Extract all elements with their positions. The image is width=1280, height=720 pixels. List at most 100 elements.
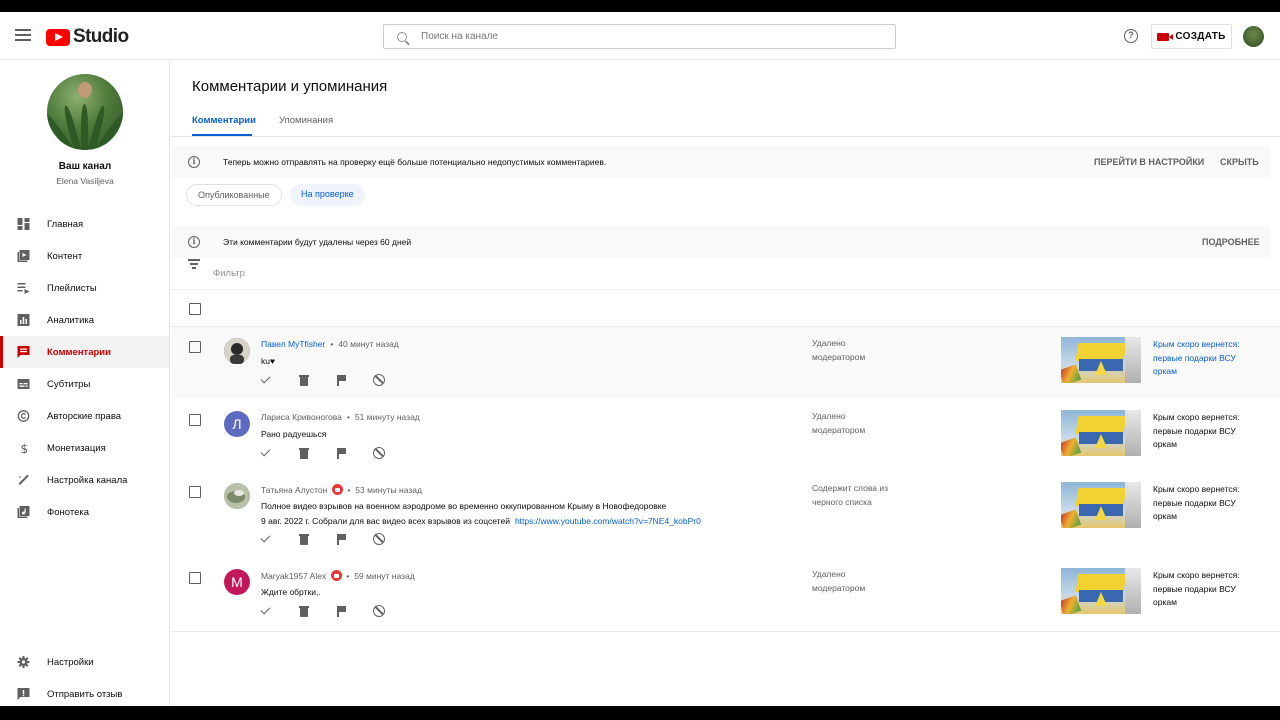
comment-checkbox[interactable] [189,341,201,353]
comment-author[interactable]: Татьяна Алустон [261,485,327,495]
comment-text: Полное видео взрывов на военном аэродром… [261,501,701,526]
sidebar-item-feedback[interactable]: Отправить отзыв [0,678,169,706]
delete-icon[interactable] [298,374,310,386]
sidebar-item-dashboard[interactable]: Главная [0,208,169,240]
approve-icon[interactable] [260,447,272,459]
sidebar-item-label: Аналитика [47,314,95,326]
go-to-settings-link[interactable]: ПЕРЕЙТИ В НАСТРОЙКИ [1094,157,1204,167]
sidebar-item-analytics[interactable]: Аналитика [0,304,169,336]
studio-window: Studio ? СОЗДАТЬ Ваш канал Elena Vasilje… [0,12,1280,706]
comment-meta: Павел MyTfisher • 40 минут назад [261,339,399,349]
sidebar-item-copyright[interactable]: Авторские права [0,400,169,432]
comment-meta: Татьяна Алустон • 53 минуты назад [261,484,422,495]
video-title-link[interactable]: Крым скоро вернется: первые подарки ВСУ ор… [1153,483,1253,524]
comment-checkbox[interactable] [189,414,201,426]
select-all-checkbox[interactable] [189,303,201,315]
notice-text: Теперь можно отправлять на проверку ещё … [223,157,607,167]
comment-author[interactable]: Maryak1957 Alex [261,571,326,581]
sidebar-item-content[interactable]: Контент [0,240,169,272]
sidebar-item-label: Субтитры [47,378,91,390]
video-title-link[interactable]: Крым скоро вернется: первые подарки ВСУ ор… [1153,338,1253,379]
report-flag-icon[interactable] [335,605,347,617]
learn-more-link[interactable]: ПОДРОБНЕЕ [1202,237,1260,247]
comment-text: Ждите обртки,. [261,587,321,597]
commenter-avatar[interactable] [224,338,250,364]
filter-icon[interactable] [188,259,200,271]
comment-url-link[interactable]: https://www.youtube.com/watch?v=7NE4_kob… [515,516,701,526]
comment-author[interactable]: Павел MyTfisher [261,339,325,349]
comment-author[interactable]: Лариса Кривоногова [261,412,342,422]
divider [171,289,1280,290]
comment-actions [260,605,410,617]
approve-icon[interactable] [260,533,272,545]
delete-icon[interactable] [298,533,310,545]
main-content: Комментарии и упоминания Комментарии Упо… [171,60,1280,706]
delete-icon[interactable] [298,605,310,617]
video-thumbnail[interactable] [1061,337,1141,383]
search-input[interactable] [421,31,861,42]
tab-comments[interactable]: Комментарии [192,115,256,126]
hide-notice-link[interactable]: СКРЫТЬ [1220,157,1259,167]
block-user-icon[interactable] [372,533,385,545]
video-title-link[interactable]: Крым скоро вернется: первые подарки ВСУ ор… [1153,569,1253,610]
deletion-notice-banner: i Эти комментарии будут удалены через 60… [171,226,1270,258]
report-flag-icon[interactable] [335,374,347,386]
sidebar-item-settings[interactable]: Настройки [0,646,169,678]
chip-held-for-review[interactable]: На проверке [290,184,365,206]
comment-actions [260,533,410,545]
comment-time[interactable]: 59 минут назад [354,571,415,581]
studio-logo[interactable]: Studio [46,26,129,48]
approve-icon[interactable] [260,374,272,386]
video-thumbnail[interactable] [1061,482,1141,528]
block-user-icon[interactable] [372,374,385,386]
approve-icon[interactable] [260,605,272,617]
sidebar-item-label: Фонотека [47,506,90,518]
comment-checkbox[interactable] [189,572,201,584]
report-flag-icon[interactable] [335,533,347,545]
sidebar-item-comments[interactable]: Комментарии [0,336,169,368]
sidebar-item-customization[interactable]: Настройка канала [0,464,169,496]
commenter-avatar[interactable]: M [224,569,250,595]
comment-time[interactable]: 51 минуту назад [355,412,420,422]
sidebar-item-audio-library[interactable]: Фонотека [0,496,169,528]
comment-status: Удалено модератором [812,338,866,362]
monetization-icon: $ [21,442,29,454]
comment-row: Татьяна Алустон • 53 минуты назад Полное… [171,472,1280,558]
tab-mentions[interactable]: Упоминания [279,115,333,126]
filter-input[interactable]: Фильтр [213,268,245,279]
separator: • [347,484,351,495]
video-thumbnail[interactable] [1061,568,1141,614]
video-title-link[interactable]: Крым скоро вернется: первые подарки ВСУ ор… [1153,411,1253,452]
chip-published[interactable]: Опубликованные [186,184,282,206]
logo-text: Studio [73,26,129,47]
delete-icon[interactable] [298,447,310,459]
separator: • [330,339,334,349]
block-user-icon[interactable] [372,447,385,459]
sidebar-item-monetization[interactable]: $ Монетизация [0,432,169,464]
sidebar-item-playlists[interactable]: Плейлисты [0,272,169,304]
top-bar: Studio ? СОЗДАТЬ [0,12,1280,60]
comment-checkbox[interactable] [189,486,201,498]
help-icon[interactable]: ? [1124,29,1138,43]
video-thumbnail[interactable] [1061,410,1141,456]
channel-title: Ваш канал [58,161,112,172]
commenter-avatar[interactable] [224,483,250,509]
comment-row: M Maryak1957 Alex • 59 минут назад Ждите… [171,558,1280,630]
block-user-icon[interactable] [372,605,385,617]
sidebar-item-subtitles[interactable]: Субтитры [0,368,169,400]
menu-icon[interactable] [15,29,31,43]
comment-text: ku♥ [261,356,276,366]
create-label: СОЗДАТЬ [1175,31,1226,42]
comment-row: Павел MyTfisher • 40 минут назад ku♥ Уда… [171,327,1280,399]
sidebar-item-label: Главная [47,218,84,230]
comments-icon [17,346,30,358]
search-box[interactable] [383,24,896,49]
comment-status: Удалено модератором [812,569,866,593]
comment-time[interactable]: 40 минут назад [338,339,399,349]
report-flag-icon[interactable] [335,447,347,459]
comment-time[interactable]: 53 минуты назад [355,485,422,495]
commenter-avatar[interactable]: Л [224,411,250,437]
account-avatar[interactable] [1243,26,1264,47]
create-button[interactable]: СОЗДАТЬ [1151,24,1232,49]
channel-avatar[interactable] [47,74,123,150]
